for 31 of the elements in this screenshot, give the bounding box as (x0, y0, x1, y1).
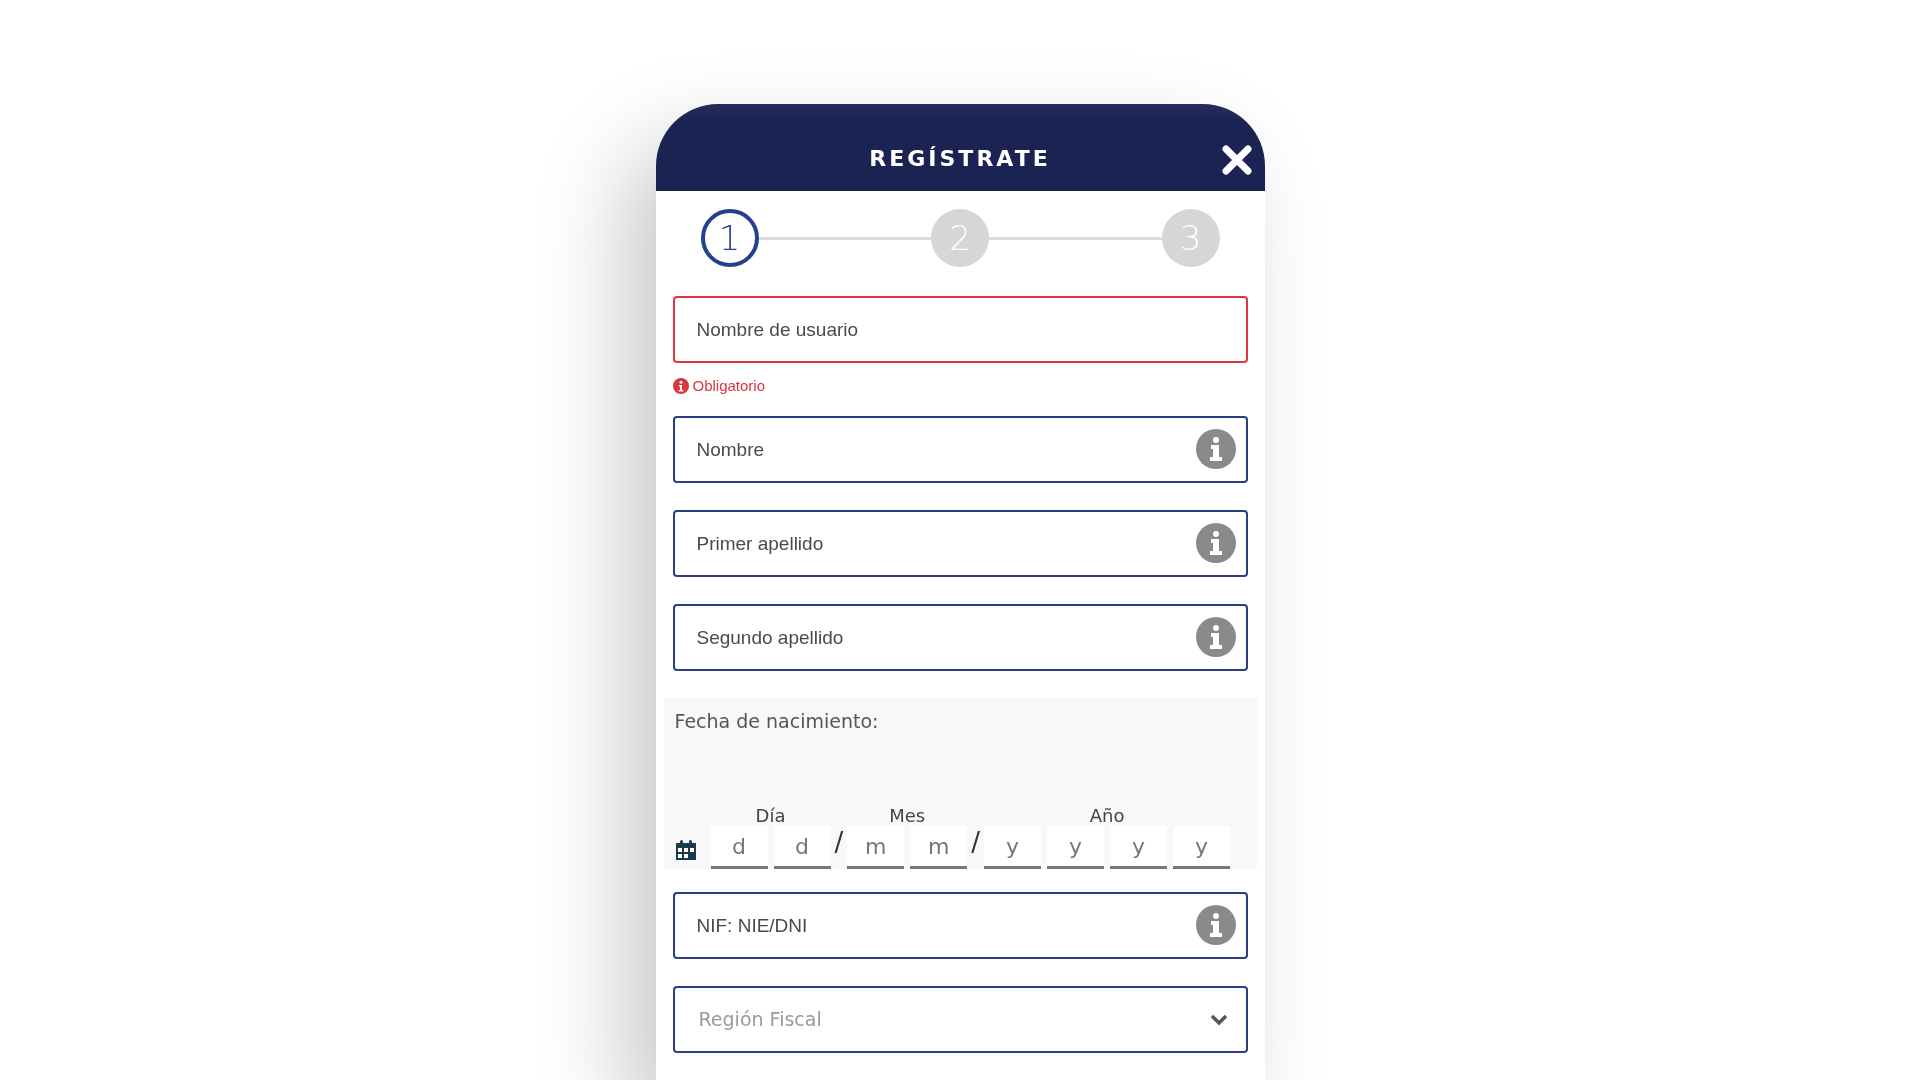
info-icon[interactable] (1195, 429, 1236, 469)
info-icon[interactable] (1195, 523, 1236, 563)
chevron-down-icon[interactable] (1209, 1014, 1228, 1026)
step-indicator[interactable]: 1 (700, 209, 759, 267)
error-message: Obligatorio (692, 377, 766, 394)
calendar-icon[interactable] (674, 839, 697, 861)
date-digit-field[interactable]: y (1047, 826, 1105, 869)
select-field[interactable]: Región Fiscal (672, 986, 1248, 1053)
error-icon (672, 377, 689, 394)
date-separator: / (834, 827, 844, 857)
date-digit-field[interactable]: y (984, 826, 1042, 869)
input-field[interactable]: Primer apellido (672, 510, 1248, 577)
date-part-label: Año (1089, 805, 1125, 826)
date-digit-field[interactable]: y (1173, 826, 1231, 869)
date-label: Fecha de nacimiento: (674, 710, 879, 732)
date-part-label: Día (755, 805, 786, 826)
close-button[interactable] (1220, 144, 1253, 176)
date-separator: / (971, 827, 981, 857)
window-title: REGÍSTRATE (869, 146, 1051, 171)
date-digit-field[interactable]: m (847, 826, 905, 869)
date-digit-field[interactable]: m (910, 826, 968, 869)
input-field[interactable]: Nombre (672, 416, 1248, 483)
info-icon[interactable] (1195, 905, 1236, 945)
date-digit-field[interactable]: y (1110, 826, 1168, 869)
date-digit-field[interactable]: d (710, 826, 768, 869)
input-field[interactable]: NIF: NIE/DNI (672, 892, 1248, 959)
date-digit-field[interactable]: d (773, 826, 831, 869)
input-field[interactable]: Nombre de usuario (672, 296, 1248, 363)
input-field[interactable]: Segundo apellido (672, 604, 1248, 671)
date-part-label: Mes (889, 805, 926, 826)
info-icon[interactable] (1195, 617, 1236, 657)
